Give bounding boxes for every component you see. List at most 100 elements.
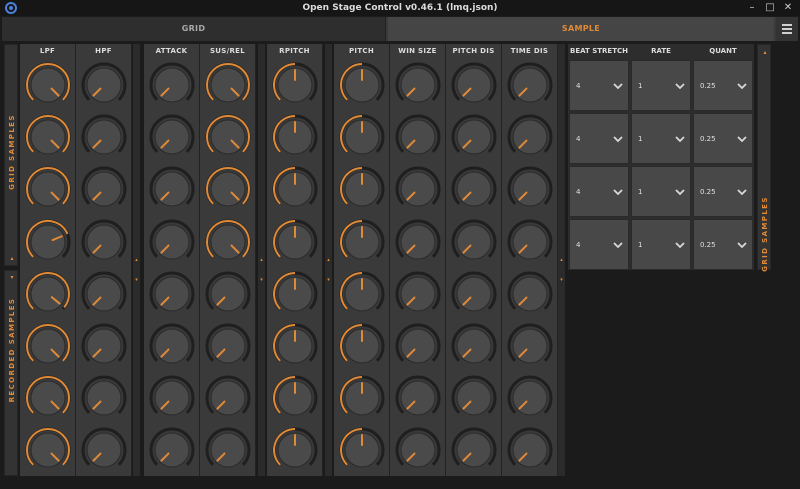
expand-arrow-icon[interactable]: ▾	[133, 276, 140, 284]
knob[interactable]	[267, 423, 323, 477]
beat-stretch-select[interactable]: 4	[569, 166, 629, 217]
knob[interactable]	[267, 267, 323, 321]
collapse-arrow-icon[interactable]: ▴	[5, 255, 19, 263]
knob[interactable]	[76, 215, 132, 269]
knob[interactable]	[446, 58, 502, 112]
knob[interactable]	[76, 58, 132, 112]
knob[interactable]	[334, 110, 390, 164]
knob[interactable]	[334, 371, 390, 425]
knob[interactable]	[20, 371, 76, 425]
rate-select[interactable]: 1	[631, 219, 691, 270]
knob[interactable]	[20, 319, 76, 373]
knob[interactable]	[334, 267, 390, 321]
knob[interactable]	[200, 371, 256, 425]
knob[interactable]	[390, 110, 446, 164]
rate-select[interactable]: 1	[631, 166, 691, 217]
knob[interactable]	[390, 58, 446, 112]
knob[interactable]	[267, 162, 323, 216]
knob[interactable]	[76, 162, 132, 216]
knob[interactable]	[200, 423, 256, 477]
menu-button[interactable]	[776, 17, 798, 41]
quant-select[interactable]: 0.25	[693, 60, 753, 111]
knob[interactable]	[267, 371, 323, 425]
knob[interactable]	[446, 319, 502, 373]
knob[interactable]	[446, 110, 502, 164]
knob[interactable]	[390, 267, 446, 321]
knob[interactable]	[144, 215, 200, 269]
knob[interactable]	[20, 215, 76, 269]
knob[interactable]	[200, 162, 256, 216]
knob[interactable]	[200, 58, 256, 112]
knob[interactable]	[144, 267, 200, 321]
knob[interactable]	[446, 423, 502, 477]
knob[interactable]	[334, 423, 390, 477]
knob[interactable]	[20, 423, 76, 477]
quant-select[interactable]: 0.25	[693, 166, 753, 217]
knob[interactable]	[334, 319, 390, 373]
knob[interactable]	[334, 58, 390, 112]
knob[interactable]	[144, 423, 200, 477]
knob[interactable]	[334, 162, 390, 216]
close-icon[interactable]: ✕	[781, 1, 795, 15]
knob[interactable]	[20, 58, 76, 112]
minimize-icon[interactable]: –	[745, 1, 759, 15]
grid-samples-panel-toggle-right[interactable]: GRID SAMPLES ▴	[757, 44, 772, 272]
knob[interactable]	[502, 371, 558, 425]
knob[interactable]	[144, 110, 200, 164]
knob[interactable]	[200, 215, 256, 269]
knob[interactable]	[502, 215, 558, 269]
knob[interactable]	[502, 319, 558, 373]
knob[interactable]	[200, 319, 256, 373]
knob[interactable]	[502, 58, 558, 112]
beat-stretch-select[interactable]: 4	[569, 219, 629, 270]
knob[interactable]	[76, 267, 132, 321]
knob[interactable]	[390, 371, 446, 425]
knob[interactable]	[144, 162, 200, 216]
knob[interactable]	[446, 267, 502, 321]
recorded-samples-panel-toggle[interactable]: ▾ RECORDED SAMPLES	[4, 270, 18, 476]
tab-sample[interactable]: SAMPLE	[388, 17, 774, 41]
quant-select[interactable]: 0.25	[693, 219, 753, 270]
beat-stretch-select[interactable]: 4	[569, 113, 629, 164]
knob[interactable]	[200, 110, 256, 164]
knob[interactable]	[502, 162, 558, 216]
knob[interactable]	[76, 319, 132, 373]
knob[interactable]	[446, 215, 502, 269]
knob[interactable]	[390, 215, 446, 269]
expand-arrow-icon[interactable]: ▾	[558, 276, 565, 284]
knob[interactable]	[76, 110, 132, 164]
collapse-arrow-icon[interactable]: ▴	[258, 256, 265, 264]
knob[interactable]	[267, 215, 323, 269]
knob[interactable]	[20, 162, 76, 216]
grid-samples-panel-toggle[interactable]: GRID SAMPLES ▴	[4, 44, 18, 266]
quant-select[interactable]: 0.25	[693, 113, 753, 164]
knob[interactable]	[76, 423, 132, 477]
knob[interactable]	[267, 110, 323, 164]
expand-arrow-icon[interactable]: ▾	[325, 276, 332, 284]
collapse-arrow-icon[interactable]: ▴	[325, 256, 332, 264]
maximize-icon[interactable]: □	[763, 1, 777, 15]
rate-select[interactable]: 1	[631, 60, 691, 111]
rate-select[interactable]: 1	[631, 113, 691, 164]
knob[interactable]	[390, 319, 446, 373]
knob[interactable]	[144, 371, 200, 425]
collapse-arrow-icon[interactable]: ▾	[5, 274, 19, 282]
tab-grid[interactable]: GRID	[2, 17, 386, 41]
collapse-arrow-icon[interactable]: ▴	[758, 49, 772, 56]
collapse-arrow-icon[interactable]: ▴	[133, 256, 140, 264]
knob[interactable]	[390, 423, 446, 477]
knob[interactable]	[390, 162, 446, 216]
knob[interactable]	[502, 110, 558, 164]
knob[interactable]	[502, 267, 558, 321]
knob[interactable]	[144, 319, 200, 373]
knob[interactable]	[267, 58, 323, 112]
knob[interactable]	[446, 371, 502, 425]
knob[interactable]	[267, 319, 323, 373]
knob[interactable]	[20, 267, 76, 321]
knob[interactable]	[334, 215, 390, 269]
knob[interactable]	[20, 110, 76, 164]
knob[interactable]	[502, 423, 558, 477]
beat-stretch-select[interactable]: 4	[569, 60, 629, 111]
collapse-arrow-icon[interactable]: ▴	[558, 256, 565, 264]
expand-arrow-icon[interactable]: ▾	[258, 276, 265, 284]
